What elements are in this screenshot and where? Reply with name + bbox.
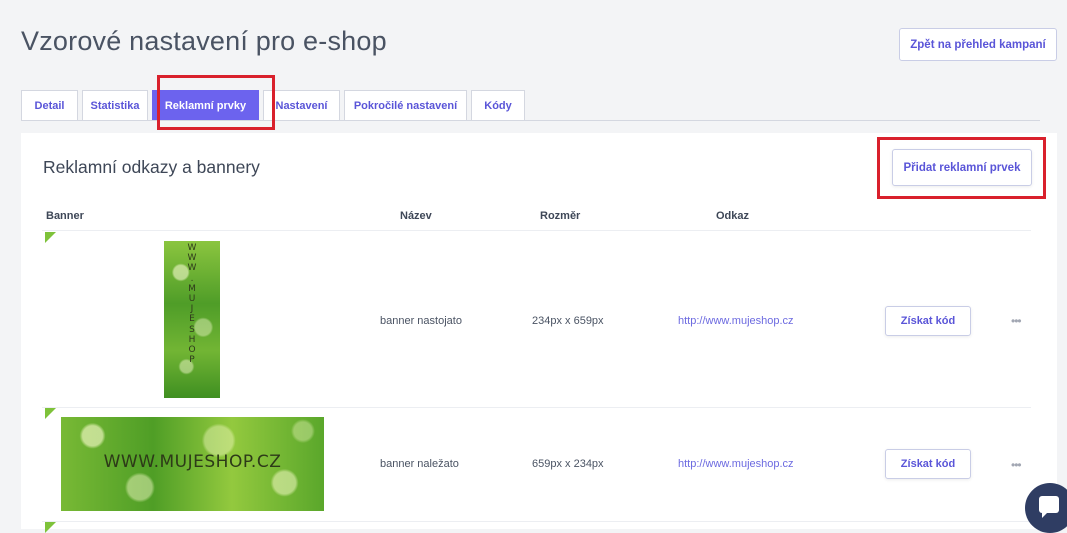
tab-statistika[interactable]: Statistika (82, 90, 148, 120)
row-name: banner naležato (380, 458, 459, 470)
back-to-campaigns-button[interactable]: Zpět na přehled kampaní (899, 28, 1057, 61)
row-marker (45, 522, 56, 533)
column-header-name: Název (400, 210, 432, 222)
vertical-banner-text: W W W . M U J E S H O P (187, 243, 197, 366)
horizontal-banner-image: WWW.MUJESHOP.CZ (61, 417, 324, 511)
row-name: banner nastojato (380, 315, 462, 327)
column-header-size: Rozměr (540, 210, 581, 222)
get-code-button[interactable]: Získat kód (885, 449, 971, 479)
tab-bar: Detail Statistika Reklamní prvky Nastave… (21, 90, 529, 121)
row-link[interactable]: http://www.mujeshop.cz (678, 315, 794, 327)
column-header-link: Odkaz (716, 210, 750, 222)
chat-bubble-icon (1039, 496, 1059, 518)
row-size: 659px x 234px (532, 458, 604, 470)
add-ad-element-button[interactable]: Přidat reklamní prvek (892, 149, 1032, 186)
section-title: Reklamní odkazy a bannery (43, 157, 260, 177)
page-title: Vzorové nastavení pro e-shop (21, 26, 387, 56)
row-divider (42, 521, 1031, 522)
row-link[interactable]: http://www.mujeshop.cz (678, 458, 794, 470)
row-size: 234px x 659px (532, 315, 604, 327)
chat-widget-button[interactable] (1025, 483, 1067, 533)
more-options-icon[interactable]: ••• (1011, 314, 1022, 328)
ad-elements-card: Reklamní odkazy a bannery Přidat reklamn… (21, 133, 1057, 533)
tab-kody[interactable]: Kódy (471, 90, 525, 120)
row-marker (45, 408, 56, 419)
get-code-button[interactable]: Získat kód (885, 306, 971, 336)
column-header-banner: Banner (46, 210, 84, 222)
header-divider (42, 230, 1031, 231)
vertical-banner-image: W W W . M U J E S H O P (164, 241, 220, 398)
more-options-icon[interactable]: ••• (1011, 458, 1022, 472)
tab-pokrocile-nastaveni[interactable]: Pokročilé nastavení (344, 90, 467, 120)
row-marker (45, 232, 56, 243)
tab-reklamni-prvky[interactable]: Reklamní prvky (152, 90, 259, 120)
horizontal-banner-text: WWW.MUJESHOP.CZ (103, 452, 282, 472)
tab-detail[interactable]: Detail (21, 90, 78, 120)
row-divider (42, 407, 1031, 408)
tab-nastaveni[interactable]: Nastavení (263, 90, 340, 120)
